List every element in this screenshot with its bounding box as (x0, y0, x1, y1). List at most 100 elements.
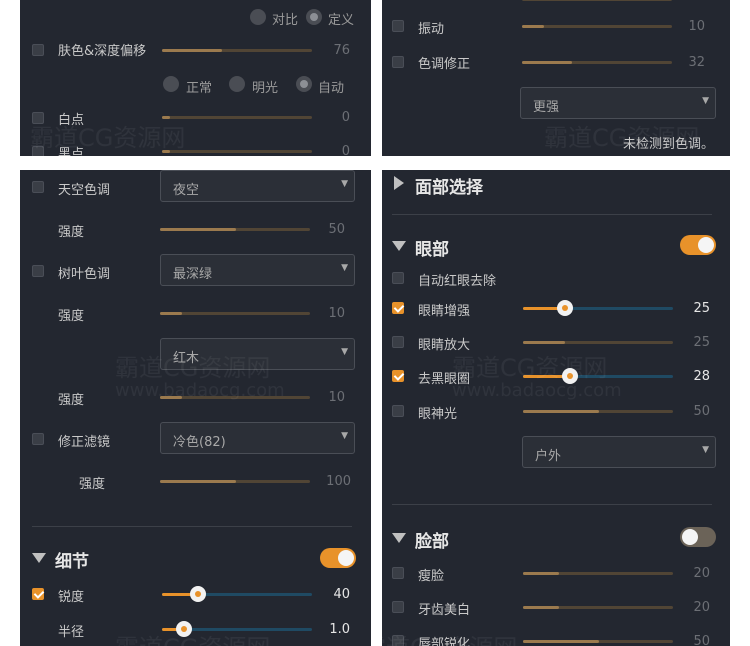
collapse-triangle-icon[interactable] (392, 533, 406, 543)
sharpness-value: 40 (333, 587, 350, 602)
foliage-tone-select-value: 最深绿 (173, 267, 213, 282)
watermark: 霸道CG资源网 (30, 124, 186, 152)
lip-sharpen-checkbox[interactable] (392, 635, 404, 646)
foliage-tone-select[interactable]: 最深绿 ▼ (160, 254, 355, 286)
section-divider (32, 526, 352, 527)
sharpness-checkbox[interactable] (32, 588, 44, 600)
sky-tone-select[interactable]: 夜空 ▼ (160, 170, 355, 202)
face-section-title[interactable]: 脸部 (415, 527, 449, 552)
correction-filter-select-value: 冷色(82) (173, 435, 226, 450)
white-point-label: 白点 (58, 113, 85, 128)
radio-bright-label: 明光 (252, 81, 279, 96)
tone-correction-checkbox[interactable] (392, 56, 404, 68)
wood-strength-label: 强度 (58, 393, 85, 408)
black-point-value: 0 (341, 144, 350, 156)
sharpness-slider-handle[interactable] (190, 586, 206, 602)
watermark-url: www.badaocg.com (452, 380, 622, 401)
collapse-triangle-icon[interactable] (392, 241, 406, 251)
skin-depth-checkbox[interactable] (32, 44, 44, 56)
eye-enlarge-value: 25 (693, 335, 710, 350)
eye-light-select[interactable]: 户外 ▼ (522, 436, 716, 468)
eye-enhance-checkbox[interactable] (392, 302, 404, 314)
expand-triangle-icon[interactable] (394, 176, 404, 190)
panel-face-settings: 面部选择 眼部 自动红眼去除 眼睛增强 25 眼睛放大 25 去黑眼圈 28 眼… (382, 170, 730, 646)
radius-slider-handle[interactable] (176, 621, 192, 637)
teeth-whiten-value: 20 (693, 600, 710, 615)
radio-normal-label: 正常 (186, 81, 213, 96)
skin-depth-label: 肤色&深度偏移 (58, 44, 147, 59)
lip-sharpen-slider[interactable] (523, 640, 673, 643)
section-divider (392, 214, 712, 215)
sky-strength-slider[interactable] (160, 228, 310, 231)
correction-strength-label: 强度 (79, 477, 106, 492)
black-point-checkbox[interactable] (32, 146, 44, 156)
eye-enhance-slider-handle[interactable] (557, 300, 573, 316)
radio-bright[interactable] (229, 76, 245, 92)
radio-normal[interactable] (163, 76, 179, 92)
sharpness-slider[interactable] (162, 586, 312, 602)
radio-contrast[interactable] (250, 9, 266, 25)
foliage-strength-slider[interactable] (160, 312, 310, 315)
sky-tone-checkbox[interactable] (32, 181, 44, 193)
tone-correction-slider[interactable] (522, 61, 672, 64)
black-point-slider[interactable] (162, 150, 312, 153)
radio-definition[interactable] (306, 9, 322, 25)
eye-enlarge-slider[interactable] (523, 341, 673, 344)
foliage-tone-checkbox[interactable] (32, 265, 44, 277)
radio-definition-label: 定义 (328, 13, 355, 28)
radio-auto[interactable] (296, 76, 312, 92)
correction-strength-value: 100 (326, 474, 351, 489)
face-select-section-title[interactable]: 面部选择 (415, 173, 483, 198)
skin-depth-slider[interactable] (162, 49, 312, 52)
wood-tone-select[interactable]: 红木 ▼ (160, 338, 355, 370)
slim-face-slider[interactable] (523, 572, 673, 575)
radio-auto-label: 自动 (318, 81, 345, 96)
foliage-strength-label: 强度 (58, 309, 85, 324)
eye-enlarge-checkbox[interactable] (392, 336, 404, 348)
top-cut-slider (522, 0, 672, 1)
auto-redeye-checkbox[interactable] (392, 272, 404, 284)
wood-strength-slider[interactable] (160, 396, 310, 399)
teeth-whiten-slider[interactable] (523, 606, 673, 609)
correction-filter-select[interactable]: 冷色(82) ▼ (160, 422, 355, 454)
detail-section-title[interactable]: 细节 (55, 547, 89, 572)
panel-tone-settings: 对比 定义 肤色&深度偏移 76 正常 明光 自动 白点 0 黑点 0 霸道CG… (20, 0, 371, 156)
eye-enhance-label: 眼睛增强 (418, 304, 471, 319)
collapse-triangle-icon[interactable] (32, 553, 46, 563)
skin-depth-value: 76 (333, 43, 350, 58)
detail-toggle[interactable] (320, 548, 356, 568)
tone-correction-label: 色调修正 (418, 57, 471, 72)
face-toggle[interactable] (680, 527, 716, 547)
dark-circle-label: 去黑眼圈 (418, 372, 471, 387)
tone-strength-select[interactable]: 更强 ▼ (520, 87, 716, 119)
dark-circle-checkbox[interactable] (392, 370, 404, 382)
lip-sharpen-value: 50 (693, 634, 710, 646)
dark-circle-slider[interactable] (523, 368, 673, 384)
vibrance-label: 振动 (418, 22, 445, 37)
radius-slider[interactable] (162, 621, 312, 637)
tone-correction-value: 32 (688, 55, 705, 70)
eyes-section-title[interactable]: 眼部 (415, 235, 449, 260)
eye-light-select-value: 户外 (535, 449, 562, 464)
correction-filter-checkbox[interactable] (32, 433, 44, 445)
vibrance-slider[interactable] (522, 25, 672, 28)
eye-light-checkbox[interactable] (392, 405, 404, 417)
slim-face-checkbox[interactable] (392, 567, 404, 579)
eye-light-slider[interactable] (523, 410, 673, 413)
radio-contrast-label: 对比 (272, 13, 299, 28)
tone-status-note: 未检测到色调。 (623, 137, 715, 152)
vibrance-checkbox[interactable] (392, 20, 404, 32)
slim-face-label: 瘦脸 (418, 569, 445, 584)
eye-light-value: 50 (693, 404, 710, 419)
sky-strength-value: 50 (328, 222, 345, 237)
eye-enhance-slider[interactable] (523, 300, 673, 316)
white-point-checkbox[interactable] (32, 112, 44, 124)
correction-strength-slider[interactable] (160, 480, 310, 483)
chevron-down-icon: ▼ (702, 445, 709, 455)
foliage-tone-label: 树叶色调 (58, 267, 111, 282)
dark-circle-slider-handle[interactable] (562, 368, 578, 384)
eyes-toggle[interactable] (680, 235, 716, 255)
teeth-whiten-checkbox[interactable] (392, 601, 404, 613)
sky-strength-label: 强度 (58, 225, 85, 240)
white-point-slider[interactable] (162, 116, 312, 119)
